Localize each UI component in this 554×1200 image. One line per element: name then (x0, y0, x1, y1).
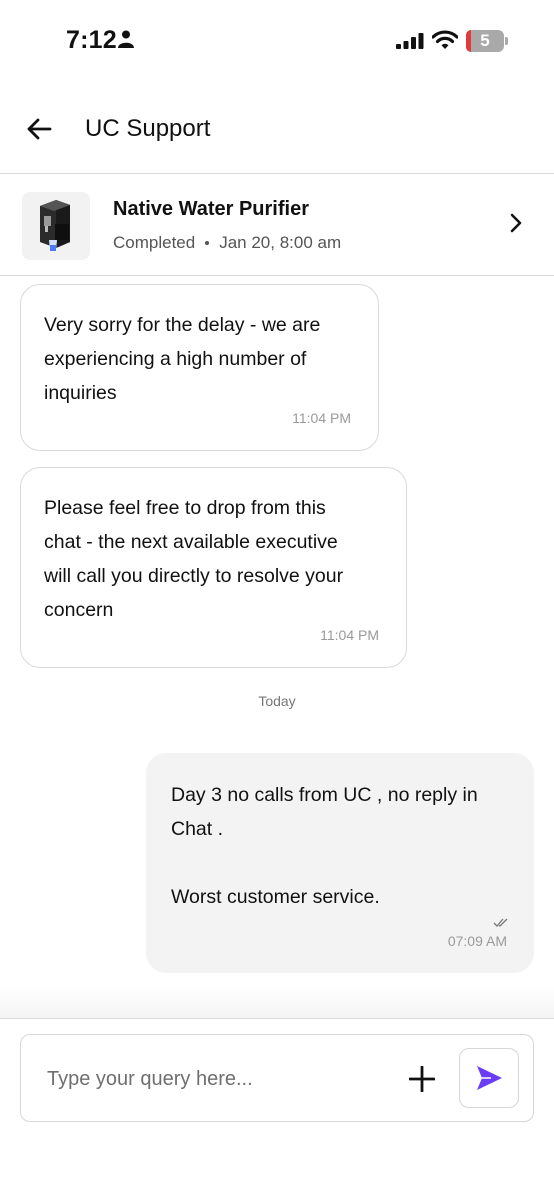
message-time: 07:09 AM (447, 933, 507, 949)
meta-separator-dot (205, 241, 210, 245)
back-button[interactable] (20, 110, 58, 148)
send-icon (477, 1066, 502, 1090)
send-button[interactable] (459, 1048, 519, 1108)
message-bubble-incoming: Very sorry for the delay - we are experi… (20, 284, 379, 451)
chat-header: UC Support (0, 80, 554, 174)
product-thumbnail (22, 192, 90, 260)
composer-bar (0, 1018, 554, 1200)
query-input[interactable] (47, 1059, 377, 1099)
message-text: Very sorry for the delay - we are experi… (44, 314, 321, 404)
day-separator: Today (258, 693, 296, 709)
message-bubble-incoming: Please feel free to drop from this chat … (20, 467, 407, 668)
booking-service-name: Native Water Purifier (113, 198, 309, 220)
message-bubble-outgoing: Day 3 no calls from UC , no reply in Cha… (146, 753, 534, 973)
booking-date: Jan 20, 8:00 am (219, 233, 342, 252)
person-icon (118, 30, 134, 53)
booking-status: Completed (113, 233, 196, 252)
battery-level: 5 (480, 31, 490, 50)
water-purifier-icon (40, 200, 70, 251)
chevron-right-icon (510, 213, 522, 238)
battery-icon: 5 (466, 30, 508, 52)
wifi-icon (431, 30, 459, 55)
chat-messages[interactable]: Very sorry for the delay - we are experi… (0, 277, 554, 1018)
message-time: 11:04 PM (292, 410, 351, 426)
status-time: 7:12 (66, 26, 117, 54)
double-check-icon (493, 915, 509, 933)
booking-summary-card[interactable]: Native Water Purifier Completed Jan 20, … (0, 175, 554, 276)
message-text: Please feel free to drop from this chat … (44, 497, 344, 621)
booking-meta: Completed Jan 20, 8:00 am (113, 233, 341, 253)
arrow-left-icon (27, 118, 52, 140)
page-title: UC Support (85, 115, 211, 142)
message-time: 11:04 PM (320, 627, 379, 643)
status-bar: 7:12 5 (0, 0, 554, 80)
message-text: Day 3 no calls from UC , no reply in Cha… (171, 784, 478, 908)
query-composer (20, 1034, 534, 1122)
plus-icon (409, 1066, 435, 1092)
cellular-signal-icon (396, 33, 424, 54)
chat-fade-overlay (0, 985, 554, 1018)
attach-button[interactable] (404, 1061, 440, 1097)
